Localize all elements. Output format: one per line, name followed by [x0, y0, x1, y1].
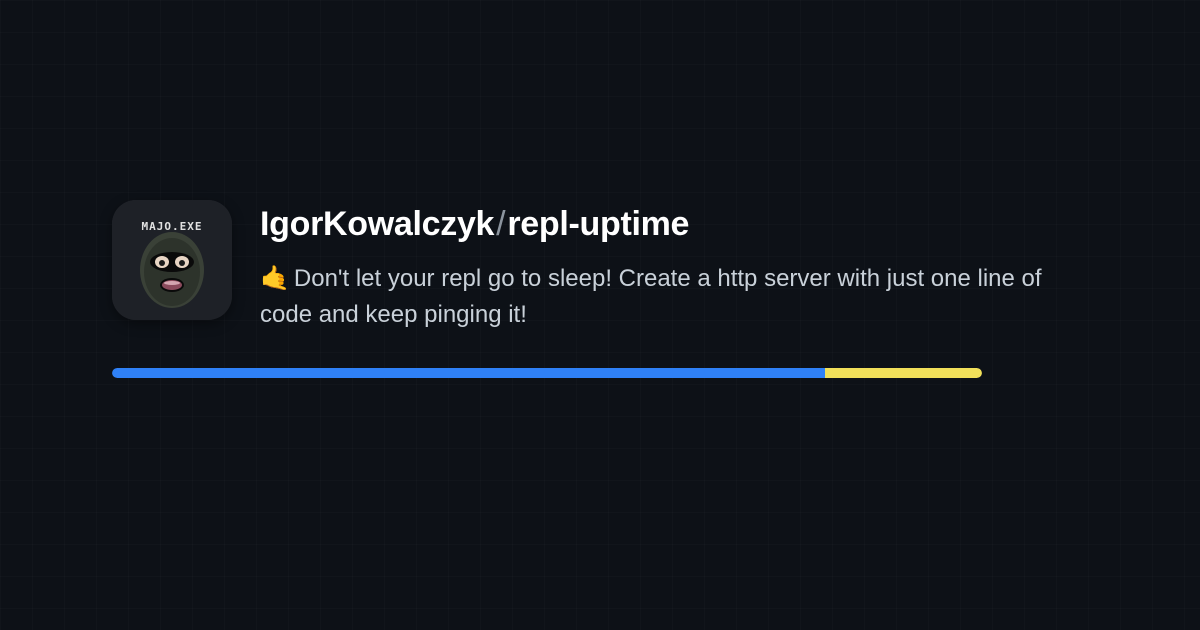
call-me-hand-icon: 🤙	[260, 261, 290, 297]
repo-info: IgorKowalczyk/repl-uptime 🤙Don't let you…	[260, 200, 1088, 333]
language-bar	[112, 368, 982, 378]
svg-text:MAJO.EXE: MAJO.EXE	[142, 220, 203, 233]
repo-title: IgorKowalczyk/repl-uptime	[260, 204, 1088, 245]
title-separator: /	[496, 205, 505, 243]
repo-name: repl-uptime	[507, 205, 689, 243]
repo-description: 🤙Don't let your repl go to sleep! Create…	[260, 261, 1088, 333]
avatar-icon: MAJO.EXE	[112, 200, 232, 320]
repo-card: MAJO.EXE IgorKowalczyk/repl-uptime 🤙Don'…	[112, 200, 1088, 333]
description-text: Don't let your repl go to sleep! Create …	[260, 265, 1042, 328]
repo-owner: IgorKowalczyk	[260, 205, 494, 243]
language-segment-primary	[112, 368, 825, 378]
repo-avatar: MAJO.EXE	[112, 200, 232, 320]
language-segment-secondary	[825, 368, 982, 378]
